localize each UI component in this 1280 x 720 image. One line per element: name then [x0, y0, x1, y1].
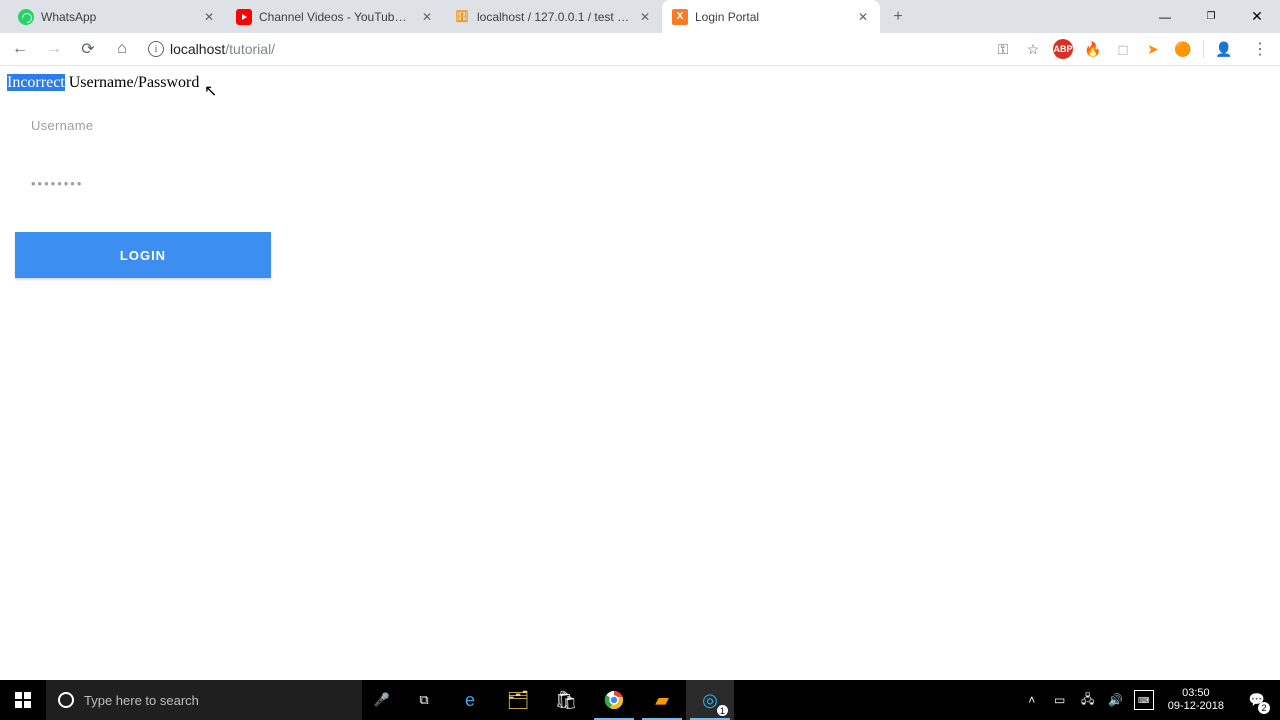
extension-grey-icon[interactable]: ◻	[1113, 39, 1133, 59]
tab-title: Channel Videos - YouTube Studio	[259, 10, 413, 24]
phpmyadmin-icon: 🗄	[454, 9, 470, 25]
tab-title: Login Portal	[695, 10, 849, 24]
tab-loginportal[interactable]: X Login Portal ✕	[662, 0, 880, 33]
search-placeholder: Type here to search	[84, 693, 199, 708]
error-highlighted-word: Incorrect	[7, 74, 65, 91]
mouse-cursor-icon: ↖	[204, 81, 217, 101]
chrome-icon	[604, 690, 624, 710]
tray-volume-icon[interactable]: 🔊	[1106, 690, 1126, 710]
error-rest: Username/Password	[65, 74, 200, 91]
cortana-mic-icon[interactable]: 🎤	[362, 680, 402, 720]
tab-title: localhost / 127.0.0.1 / test / users	[477, 10, 631, 24]
extension-icons: ⚿ ☆ ABP 🔥 ◻ ➤ 🟠 👤	[987, 39, 1240, 59]
taskbar-app-file-explorer[interactable]: 🗂	[494, 680, 542, 720]
bookmark-star-icon[interactable]: ☆	[1023, 39, 1043, 59]
url-text: localhost/tutorial/	[170, 41, 275, 57]
taskbar-search[interactable]: Type here to search	[46, 680, 362, 720]
profile-avatar-icon[interactable]: 👤	[1214, 39, 1234, 59]
tray-network-icon[interactable]: 🖧	[1078, 690, 1098, 710]
tab-youtube[interactable]: Channel Videos - YouTube Studio ✕	[226, 0, 444, 33]
cortana-circle-icon	[58, 692, 74, 708]
tray-chevron-up-icon[interactable]: ˄	[1022, 690, 1042, 710]
browser-toolbar: ← → ⟳ ⌂ i localhost/tutorial/ ⚿ ☆ ABP 🔥 …	[0, 33, 1280, 66]
taskbar-app-edge[interactable]: e	[446, 680, 494, 720]
page-viewport: Incorrect Username/Password ↖ LOGIN	[0, 66, 1280, 680]
taskbar-app-chrome[interactable]	[590, 680, 638, 720]
username-input[interactable]	[15, 104, 271, 140]
task-view-button[interactable]: ⧉	[402, 680, 446, 720]
clock-date: 09-12-2018	[1168, 700, 1224, 713]
flame-icon[interactable]: 🔥	[1083, 39, 1103, 59]
tab-title: WhatsApp	[41, 10, 195, 24]
windows-logo-icon	[15, 692, 31, 708]
tab-close-icon[interactable]: ✕	[420, 10, 434, 24]
login-form: LOGIN	[15, 104, 271, 278]
xampp-icon: X	[672, 9, 688, 25]
tab-close-icon[interactable]: ✕	[638, 10, 652, 24]
tab-whatsapp[interactable]: WhatsApp ✕	[8, 0, 226, 33]
site-info-icon[interactable]: i	[148, 41, 164, 57]
reload-button[interactable]: ⟳	[74, 35, 102, 63]
taskbar-app-xampp[interactable]: ◎1	[686, 680, 734, 720]
tray-keyboard-icon[interactable]: ⌨	[1134, 690, 1154, 710]
windows-taskbar: Type here to search 🎤 ⧉ e 🗂 🛍 ▰ ◎1 ˄ ▭ 🖧…	[0, 680, 1280, 720]
home-button[interactable]: ⌂	[108, 35, 136, 63]
chrome-menu-button[interactable]: ⋮	[1246, 35, 1274, 63]
taskbar-app-store[interactable]: 🛍	[542, 680, 590, 720]
address-bar[interactable]: i localhost/tutorial/	[142, 35, 981, 63]
system-tray: ˄ ▭ 🖧 🔊 ⌨ 03:50 09-12-2018 💬 2	[1018, 680, 1280, 720]
new-tab-button[interactable]: +	[884, 3, 912, 31]
separator	[1203, 40, 1204, 58]
notification-badge: 2	[1258, 702, 1270, 714]
tab-phpmyadmin[interactable]: 🗄 localhost / 127.0.0.1 / test / users ✕	[444, 0, 662, 33]
tray-battery-icon[interactable]: ▭	[1050, 690, 1070, 710]
taskbar-clock[interactable]: 03:50 09-12-2018	[1162, 687, 1230, 713]
action-center-button[interactable]: 💬 2	[1238, 680, 1276, 720]
forward-button[interactable]: →	[40, 35, 68, 63]
password-input[interactable]	[15, 162, 271, 198]
extension-red-icon[interactable]: 🟠	[1173, 39, 1193, 59]
adblock-icon[interactable]: ABP	[1053, 39, 1073, 59]
whatsapp-icon	[18, 9, 34, 25]
password-key-icon[interactable]: ⚿	[993, 39, 1013, 59]
error-message: Incorrect Username/Password	[7, 74, 199, 92]
browser-tabstrip: WhatsApp ✕ Channel Videos - YouTube Stud…	[0, 0, 1280, 33]
start-button[interactable]	[0, 680, 46, 720]
extension-orange-icon[interactable]: ➤	[1143, 39, 1163, 59]
window-minimize-button[interactable]: ―	[1142, 0, 1188, 33]
window-close-button[interactable]: ✕	[1234, 0, 1280, 33]
login-button[interactable]: LOGIN	[15, 232, 271, 278]
tab-close-icon[interactable]: ✕	[856, 10, 870, 24]
tab-close-icon[interactable]: ✕	[202, 10, 216, 24]
back-button[interactable]: ←	[6, 35, 34, 63]
window-maximize-button[interactable]: ❐	[1188, 0, 1234, 33]
clock-time: 03:50	[1168, 687, 1224, 700]
taskbar-app-sublime[interactable]: ▰	[638, 680, 686, 720]
youtube-icon	[236, 9, 252, 25]
